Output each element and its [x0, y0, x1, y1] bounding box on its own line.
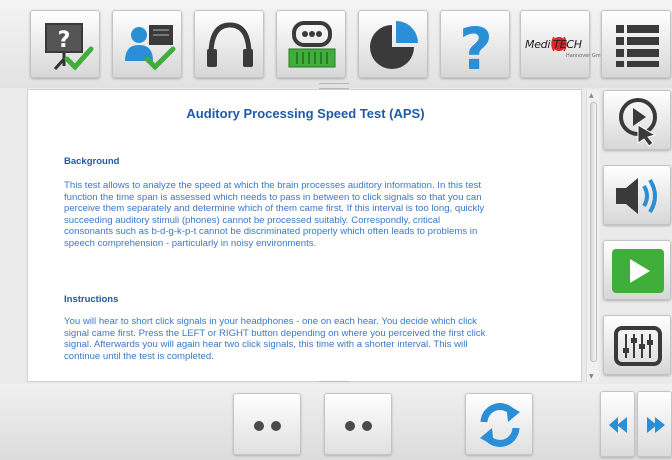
hearing-device-button[interactable]: [276, 10, 346, 78]
user-card-check-icon: [125, 25, 176, 71]
question-mark-icon: ?: [459, 15, 493, 79]
headphones-icon: [207, 22, 253, 67]
previous-button[interactable]: [600, 391, 635, 457]
top-toolbar: ? ? Medi TECH Hannover GmbH: [0, 0, 672, 88]
repeat-button[interactable]: [465, 393, 533, 455]
touch-play-icon: [619, 98, 657, 147]
logo-text: Medi TECH: [525, 38, 582, 51]
speaker-icon: [616, 178, 657, 214]
mixer-button[interactable]: [603, 315, 671, 375]
background-text: This test allows to analyze the speed at…: [64, 180, 485, 249]
start-button[interactable]: [603, 240, 671, 300]
presentation-question-check-icon: ?: [45, 23, 94, 71]
two-dots-icon: [254, 421, 281, 431]
test-description-panel: Auditory Processing Speed Test (APS) Bac…: [27, 89, 582, 382]
hearing-device-icon: [288, 21, 336, 68]
list-menu-icon: [616, 25, 659, 67]
touch-play-button[interactable]: [603, 90, 671, 150]
right-button[interactable]: [324, 393, 392, 455]
svg-text:?: ?: [58, 28, 71, 53]
left-button[interactable]: [233, 393, 301, 455]
scroll-down-arrow-icon[interactable]: ▼: [589, 373, 594, 380]
next-button[interactable]: [637, 391, 672, 457]
instructions-text: You will hear to short click signals in …: [64, 316, 486, 362]
page-title: Auditory Processing Speed Test (APS): [186, 106, 425, 121]
presentation-check-button[interactable]: ?: [30, 10, 100, 78]
pie-chart-button[interactable]: [358, 10, 428, 78]
equalizer-icon: [614, 326, 662, 366]
pie-chart-icon: [370, 21, 418, 69]
vertical-scrollbar[interactable]: ▲ ▼: [586, 90, 599, 382]
scroll-thumb[interactable]: [590, 102, 597, 362]
double-arrow-left-icon: [609, 417, 627, 433]
user-check-button[interactable]: [112, 10, 182, 78]
volume-button[interactable]: [603, 165, 671, 225]
menu-button[interactable]: [601, 10, 671, 78]
instructions-heading: Instructions: [64, 294, 119, 305]
svg-text:?: ?: [459, 15, 493, 79]
refresh-icon: [480, 403, 520, 447]
headphones-button[interactable]: [194, 10, 264, 78]
play-icon: [612, 249, 664, 293]
scroll-up-arrow-icon[interactable]: ▲: [589, 92, 594, 99]
background-heading: Background: [64, 156, 120, 167]
meditech-logo-button[interactable]: Medi TECH Hannover GmbH: [520, 10, 608, 78]
two-dots-icon: [345, 421, 372, 431]
help-button[interactable]: ?: [440, 10, 510, 79]
double-arrow-right-icon: [647, 417, 665, 433]
